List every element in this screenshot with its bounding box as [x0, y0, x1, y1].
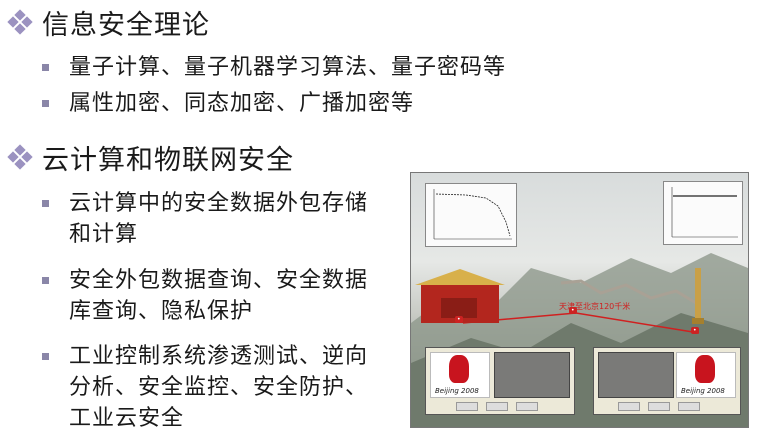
- decay-curve: [433, 189, 512, 240]
- list-item-text: 工业控制系统渗透测试、逆向分析、安全监控、安全防护、工业云安全: [69, 344, 369, 431]
- window-button[interactable]: [456, 402, 478, 411]
- section-title: 信息安全理论: [42, 9, 210, 41]
- right-app-window: Beijing 2008: [593, 347, 741, 415]
- section-heading: 云计算和物联网安全: [6, 139, 294, 176]
- video-panel: [494, 352, 570, 398]
- section-heading: 信息安全理论: [6, 4, 210, 41]
- square-bullet-icon: [42, 353, 49, 360]
- window-button[interactable]: [486, 402, 508, 411]
- relay-node: •: [569, 307, 577, 314]
- illustration-photo: 天津至北京120千米 • • • Beijing 2008 Beijing 20…: [410, 172, 749, 428]
- list-item-text: 安全外包数据查询、安全数据库查询、隐私保护: [69, 268, 369, 324]
- window-button[interactable]: [648, 402, 670, 411]
- logo-caption: Beijing 2008: [681, 387, 725, 395]
- diamond-bullet-icon: [6, 8, 34, 36]
- list-item-text: 量子计算、量子机器学习算法、量子密码等: [69, 55, 507, 80]
- section-title: 云计算和物联网安全: [42, 144, 294, 176]
- list-item: 云计算中的安全数据外包存储和计算: [42, 188, 389, 250]
- flat-line-plot: [671, 187, 738, 238]
- window-button[interactable]: [678, 402, 700, 411]
- list-item: 安全外包数据查询、安全数据库查询、隐私保护: [42, 265, 389, 327]
- list-item-text: 属性加密、同态加密、广播加密等: [69, 91, 415, 116]
- video-panel: [598, 352, 674, 398]
- start-node: •: [455, 316, 463, 323]
- left-app-window: Beijing 2008: [425, 347, 575, 415]
- diamond-bullet-icon: [6, 143, 34, 171]
- list-item: 属性加密、同态加密、广播加密等: [42, 88, 414, 119]
- list-item: 工业控制系统渗透测试、逆向分析、安全监控、安全防护、工业云安全: [42, 341, 389, 434]
- list-item-text: 云计算中的安全数据外包存储和计算: [69, 191, 369, 247]
- logo-caption: Beijing 2008: [435, 387, 479, 395]
- olympic-logo-icon: Beijing 2008: [430, 352, 490, 398]
- square-bullet-icon: [42, 277, 49, 284]
- left-chart: [425, 183, 517, 247]
- right-chart: [663, 181, 743, 245]
- olympic-logo-icon: Beijing 2008: [676, 352, 736, 398]
- list-item: 量子计算、量子机器学习算法、量子密码等: [42, 52, 506, 83]
- square-bullet-icon: [42, 100, 49, 107]
- end-node: •: [691, 327, 699, 334]
- square-bullet-icon: [42, 64, 49, 71]
- square-bullet-icon: [42, 200, 49, 207]
- window-button[interactable]: [618, 402, 640, 411]
- window-button[interactable]: [516, 402, 538, 411]
